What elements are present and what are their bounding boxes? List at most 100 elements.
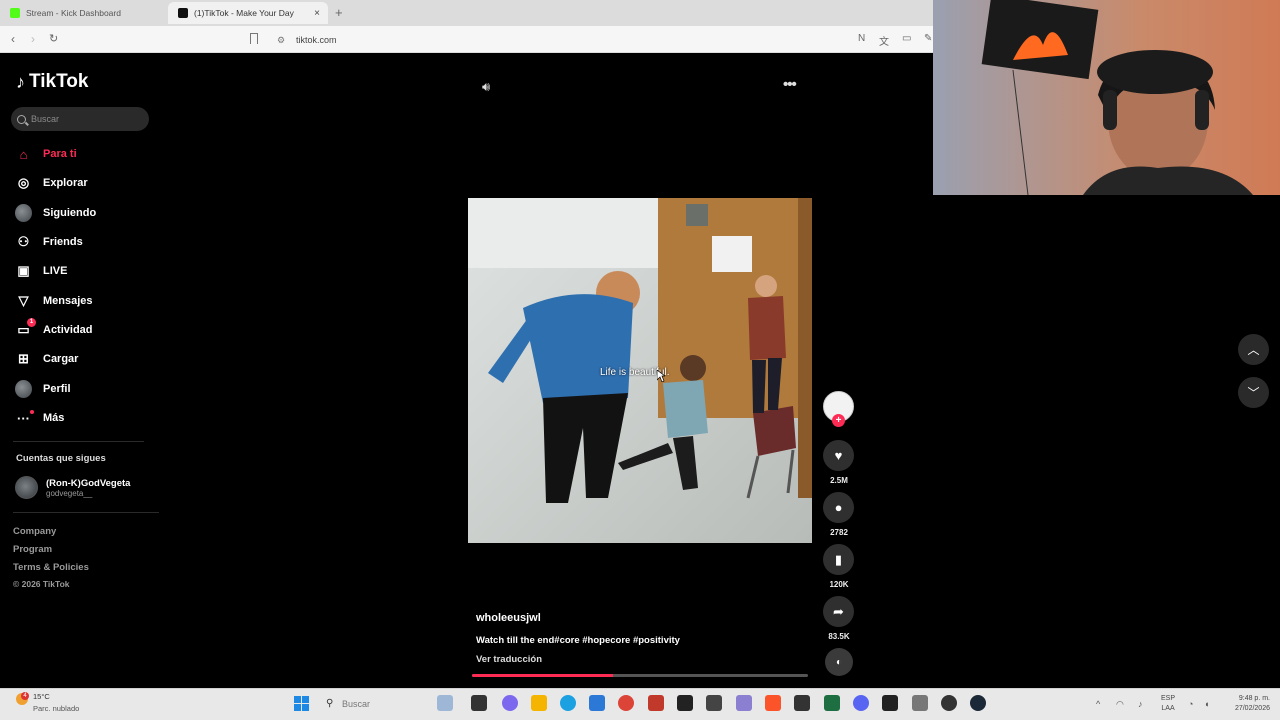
close-tab-icon[interactable]: × xyxy=(314,8,320,19)
kick-icon xyxy=(10,8,20,18)
sidebar-item-mensajes[interactable]: ▽ Mensajes xyxy=(15,290,155,312)
live-icon: ▣ xyxy=(17,263,30,278)
url-input[interactable]: tiktok.com xyxy=(296,35,337,45)
microphone-icon[interactable]: ♪ xyxy=(1138,699,1143,709)
more-icon: ··· xyxy=(15,409,34,427)
sidebar-item-label: Friends xyxy=(43,236,83,248)
translate-link[interactable]: Ver traducción xyxy=(476,654,542,665)
sidebar-item-actividad[interactable]: ▭ 1 Actividad xyxy=(15,317,155,341)
app-icon[interactable] xyxy=(706,695,722,711)
sidebar-item-live[interactable]: ▣ LIVE xyxy=(15,260,155,282)
sidebar-item-siguiendo[interactable]: Siguiendo xyxy=(15,202,155,224)
save-button[interactable]: ▮ xyxy=(823,544,854,575)
sidebar-item-cargar[interactable]: ⊞ Cargar xyxy=(15,348,155,370)
translate-icon[interactable]: 文 xyxy=(879,33,889,48)
taskbar-search-input[interactable]: Buscar xyxy=(342,699,370,709)
mouse-cursor-icon xyxy=(657,370,665,382)
app-icon[interactable] xyxy=(882,695,898,711)
obs-icon[interactable] xyxy=(941,695,957,711)
sidebar-item-para-ti[interactable]: ⌂ Para ti xyxy=(15,143,155,165)
taskbar-search-icon[interactable]: ⚲ xyxy=(326,698,333,709)
music-disc-icon: ◐ xyxy=(835,656,843,668)
sidebar-item-label: LIVE xyxy=(43,265,68,277)
forward-icon[interactable]: › xyxy=(31,32,35,46)
bookmark-icon[interactable] xyxy=(250,33,258,44)
bookmark-icon: ▮ xyxy=(834,551,843,567)
share-icon: ➦ xyxy=(833,603,844,619)
edge-icon[interactable] xyxy=(560,695,576,711)
weather-badge: 4 xyxy=(21,692,29,700)
language-bottom: LAA xyxy=(1161,705,1175,712)
footer-link-program[interactable]: Program xyxy=(13,544,52,555)
steam-icon[interactable] xyxy=(970,695,986,711)
author-username[interactable]: wholeeusjwl xyxy=(476,612,541,624)
brave-icon[interactable] xyxy=(765,695,781,711)
sidebar-item-mas[interactable]: ··· Más xyxy=(15,407,155,429)
tab-tiktok[interactable]: (1)TikTok - Make Your Day × xyxy=(168,2,328,24)
sidebar-item-label: Cargar xyxy=(43,353,79,365)
reader-icon[interactable]: N xyxy=(858,33,865,44)
like-button[interactable]: ♥ xyxy=(823,440,854,471)
tab-kick-dashboard[interactable]: Stream - Kick Dashboard xyxy=(0,2,168,24)
network-icon[interactable]: ◠ xyxy=(1116,699,1124,710)
more-options-icon[interactable]: ••• xyxy=(783,76,797,93)
language-indicator[interactable]: ESP LAA xyxy=(1161,694,1175,714)
search-input[interactable]: Buscar xyxy=(11,107,149,131)
reload-icon[interactable]: ↻ xyxy=(49,32,58,45)
store-icon[interactable] xyxy=(589,695,605,711)
sidebar-item-explorar[interactable]: ◎ Explorar xyxy=(15,172,155,194)
edit-icon[interactable]: ✎ xyxy=(924,33,932,44)
like-count: 2.5M xyxy=(830,476,848,485)
site-settings-icon[interactable]: ⚙ xyxy=(277,35,285,46)
chevron-up-icon[interactable]: ^ xyxy=(1096,699,1100,709)
epic-games-icon[interactable] xyxy=(677,695,693,711)
screenshot-icon[interactable]: ▭ xyxy=(902,33,911,44)
windows-taskbar xyxy=(0,688,1280,720)
following-name: (Ron-K)GodVegeta xyxy=(46,477,131,489)
sidebar-item-label: Mensajes xyxy=(43,295,93,307)
tab-title: (1)TikTok - Make Your Day xyxy=(194,8,294,18)
app-icon[interactable] xyxy=(794,695,810,711)
comment-button[interactable]: ● xyxy=(823,492,854,523)
new-tab-button[interactable]: + xyxy=(335,5,343,20)
discord-icon[interactable] xyxy=(853,695,869,711)
tiktok-logo-icon: ♪ xyxy=(16,71,25,92)
activity-icon: ▭ 1 xyxy=(15,317,36,339)
tiktok-logo[interactable]: ♪ TikTok xyxy=(16,71,88,93)
camera-icon[interactable] xyxy=(912,695,928,711)
excel-icon[interactable] xyxy=(824,695,840,711)
comment-count: 2782 xyxy=(830,528,848,537)
file-explorer-icon[interactable] xyxy=(531,695,547,711)
back-icon[interactable]: ‹ xyxy=(11,32,15,46)
time: 9:48 p. m. xyxy=(1238,695,1270,702)
footer-link-terms[interactable]: Terms & Policies xyxy=(13,562,89,573)
following-account[interactable]: (Ron-K)GodVegeta godvegeta__ xyxy=(15,476,130,499)
task-view-icon[interactable] xyxy=(471,695,487,711)
weather-condition: Parc. nublado xyxy=(33,704,80,713)
sidebar-item-friends[interactable]: ⚇ Friends xyxy=(15,231,155,253)
chrome-icon[interactable] xyxy=(618,695,634,711)
save-count: 120K xyxy=(829,580,849,589)
chevron-down-icon: ﹀ xyxy=(1247,386,1260,400)
follow-plus-icon[interactable]: + xyxy=(832,414,845,427)
footer-link-company[interactable]: Company xyxy=(13,526,56,537)
video-progress-bar[interactable] xyxy=(472,674,808,677)
clock[interactable]: 9:48 p. m. 27/02/2026 xyxy=(1226,694,1270,714)
divider xyxy=(13,512,159,513)
share-button[interactable]: ➦ xyxy=(823,596,854,627)
windows-start-icon[interactable] xyxy=(294,696,309,711)
copilot-icon[interactable] xyxy=(502,695,518,711)
webcam-image xyxy=(933,0,1280,195)
volume-icon[interactable]: 🔊︎ xyxy=(482,79,490,95)
widgets-icon[interactable] xyxy=(437,695,453,711)
wifi-icon[interactable]: ◔ xyxy=(1188,699,1193,709)
speaker-icon[interactable]: ◖ xyxy=(1204,699,1209,709)
previous-video-button[interactable]: ︿ xyxy=(1238,334,1269,365)
app-icon[interactable] xyxy=(648,695,664,711)
sidebar-item-perfil[interactable]: Perfil xyxy=(15,378,155,400)
app-icon[interactable] xyxy=(736,695,752,711)
sound-disc-button[interactable]: ◐ xyxy=(825,648,853,676)
chevron-up-icon: ︿ xyxy=(1247,343,1260,357)
next-video-button[interactable]: ﹀ xyxy=(1238,377,1269,408)
search-placeholder: Buscar xyxy=(31,114,60,124)
